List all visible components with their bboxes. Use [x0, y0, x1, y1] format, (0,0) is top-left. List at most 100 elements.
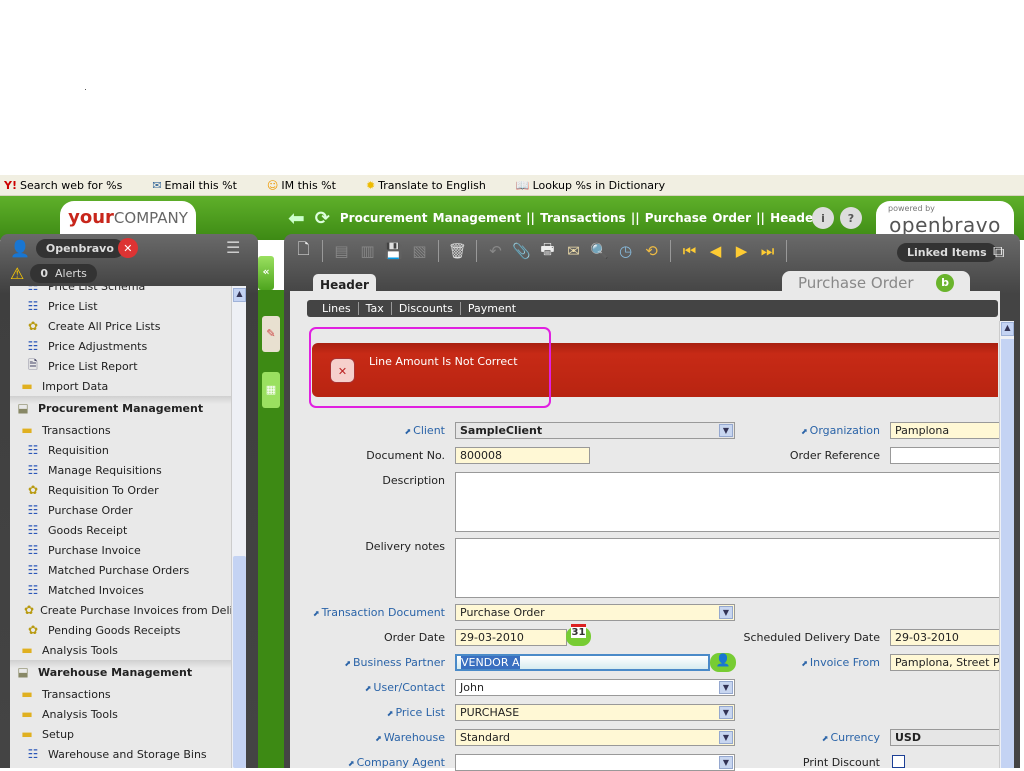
warehouse-select[interactable]: Standard ▼ [455, 729, 735, 746]
form-scrollbar[interactable]: ▲ [999, 321, 1014, 768]
menu-item[interactable]: ☷ Purchase Order [10, 500, 231, 520]
next-record-icon[interactable]: ▶ [730, 240, 753, 262]
translate-button[interactable]: ✹ Translate to English [366, 179, 486, 192]
menu-item[interactable]: ☷ Price List [10, 296, 231, 316]
linked-items-button[interactable]: Linked Items [897, 243, 997, 262]
menu-item[interactable]: ☷ Price List Schema [10, 286, 231, 296]
chevron-down-icon[interactable]: ▼ [719, 706, 733, 719]
tree-scrollbar[interactable]: ▲ [231, 286, 246, 768]
delivery-notes-textarea[interactable] [455, 538, 1000, 598]
collapse-menu-button[interactable]: « [258, 256, 274, 290]
invoice-from-select[interactable]: Pamplona, Street Pur [890, 654, 1000, 671]
new-record-icon[interactable]: 🗋 [292, 240, 315, 262]
menu-item[interactable]: ☷ Matched Purchase Orders [10, 560, 231, 580]
tab-lines[interactable]: Lines [315, 302, 359, 315]
tab-tax[interactable]: Tax [359, 302, 392, 315]
menu-item[interactable]: ✿ Requisition To Order [10, 480, 231, 500]
menu-item[interactable]: ☷ Purchase Invoice [10, 540, 231, 560]
attachment-icon[interactable]: 📎 [510, 240, 533, 262]
linked-items-icon[interactable]: ⧉ [993, 242, 1004, 262]
menu-item[interactable]: ☷ Price Adjustments [10, 336, 231, 356]
menu-section[interactable]: ⬓ Procurement Management [10, 396, 231, 420]
first-record-icon[interactable]: ⏮ [678, 240, 701, 262]
menu-item[interactable]: ☷ Requisition [10, 440, 231, 460]
help-icon[interactable]: ? [840, 207, 862, 229]
history-icon[interactable]: ⟲ [640, 240, 663, 262]
menu-item[interactable]: ☷ Matched Invoices [10, 580, 231, 600]
tab-header[interactable]: Header [313, 274, 376, 296]
price-list-select[interactable]: PURCHASE ▼ [455, 704, 735, 721]
company-agent-select[interactable]: ▼ [455, 754, 735, 771]
description-textarea[interactable] [455, 472, 1000, 532]
order-date-input[interactable]: 29-03-2010 [455, 629, 567, 646]
chevron-down-icon[interactable]: ▼ [719, 681, 733, 694]
save-new-icon[interactable]: ▧ [408, 240, 431, 262]
menu-section[interactable]: ⬓ Warehouse Management [10, 660, 231, 684]
chevron-down-icon[interactable]: ▼ [719, 424, 733, 437]
chevron-down-icon[interactable]: ▼ [719, 756, 733, 769]
audit-icon[interactable]: ◷ [614, 240, 637, 262]
menu-item[interactable]: ▬ Transactions [10, 684, 231, 704]
menu-item[interactable]: ✿ Pending Goods Receipts [10, 620, 231, 640]
search-icon[interactable]: 🔍 [588, 240, 611, 262]
calendar-icon[interactable]: 31 [566, 624, 591, 646]
grid-icon: ▦ [265, 383, 277, 396]
order-reference-input[interactable] [890, 447, 1000, 464]
scheduled-delivery-date-input[interactable]: 29-03-2010 [890, 629, 1000, 646]
document-no-label: Document No. [366, 449, 445, 462]
info-icon[interactable]: i [812, 207, 834, 229]
grid-view-tab[interactable]: ▦ [262, 372, 280, 408]
client-select[interactable]: SampleClient ▼ [455, 422, 735, 439]
print-discount-checkbox[interactable] [892, 755, 905, 768]
delete-icon[interactable]: 🗑 [446, 240, 469, 262]
copy-icon[interactable]: ▤ [330, 240, 353, 262]
menu-item[interactable]: ☷ Goods Receipt [10, 520, 231, 540]
organization-select[interactable]: Pamplona [890, 422, 1000, 439]
menu-item[interactable]: ▬ Transactions [10, 420, 231, 440]
back-arrow-icon[interactable]: ⬅ [288, 206, 305, 230]
expand-collapse-tree-icon[interactable]: ☰ [226, 238, 240, 257]
menu-item[interactable]: ✿Create Purchase Invoices from Deliverie… [10, 600, 231, 620]
scroll-up-icon[interactable]: ▲ [233, 288, 246, 302]
openbravo-logo[interactable]: powered by openbravo [876, 201, 1014, 238]
menu-item[interactable]: ☷ Warehouse and Storage Bins [10, 744, 231, 764]
alerts[interactable]: ⚠ 0 Alerts [10, 264, 97, 283]
previous-record-icon[interactable]: ◀ [704, 240, 727, 262]
print-icon[interactable]: 🖶 [536, 240, 559, 262]
folder-icon: ▬ [21, 687, 33, 701]
currency-field[interactable]: USD [890, 729, 1000, 746]
yahoo-icon: Y! [4, 178, 17, 192]
user-contact-select[interactable]: John ▼ [455, 679, 735, 696]
menu-item[interactable]: 🗎 Price List Report [10, 356, 231, 376]
document-no-input[interactable]: 800008 [455, 447, 590, 464]
edit-view-tab[interactable]: ✎ [262, 316, 280, 352]
business-partner-search-icon[interactable]: 👤 [710, 653, 736, 672]
save-icon[interactable]: 💾 [382, 240, 405, 262]
menu-item[interactable]: ▬ Import Data [10, 376, 231, 396]
menu-item[interactable]: ▬ Analysis Tools [10, 640, 231, 660]
email-icon[interactable]: ✉ [562, 240, 585, 262]
menu-item[interactable]: ▬ Analysis Tools [10, 704, 231, 724]
undo-icon[interactable]: ↶ [484, 240, 507, 262]
search-web-button[interactable]: Y! Search web for %s [4, 179, 122, 192]
chevron-down-icon[interactable]: ▼ [719, 731, 733, 744]
logout-icon[interactable]: ✕ [117, 238, 138, 258]
refresh-icon[interactable]: ⟳ [315, 208, 330, 229]
tab-payment[interactable]: Payment [461, 302, 523, 315]
menu-item[interactable]: ✿ Create All Price Lists [10, 316, 231, 336]
menu-item[interactable]: ▬ Setup [10, 724, 231, 744]
dictionary-button[interactable]: 📖 Lookup %s in Dictionary [516, 179, 665, 192]
last-record-icon[interactable]: ⏭ [756, 240, 779, 262]
chevron-down-icon[interactable]: ▼ [719, 606, 733, 619]
transaction-document-select[interactable]: Purchase Order ▼ [455, 604, 735, 621]
business-partner-input[interactable]: VENDOR A [455, 654, 710, 671]
tab-discounts[interactable]: Discounts [392, 302, 461, 315]
scroll-thumb[interactable] [1001, 339, 1014, 768]
user-name[interactable]: Openbravo [35, 238, 124, 258]
scroll-up-icon[interactable]: ▲ [1001, 322, 1014, 336]
email-button[interactable]: ✉ Email this %t [152, 179, 237, 192]
duplicate-icon[interactable]: ▥ [356, 240, 379, 262]
im-button[interactable]: ☺ IM this %t [267, 179, 336, 192]
menu-item[interactable]: ☷ Manage Requisitions [10, 460, 231, 480]
scroll-thumb[interactable] [233, 556, 246, 768]
